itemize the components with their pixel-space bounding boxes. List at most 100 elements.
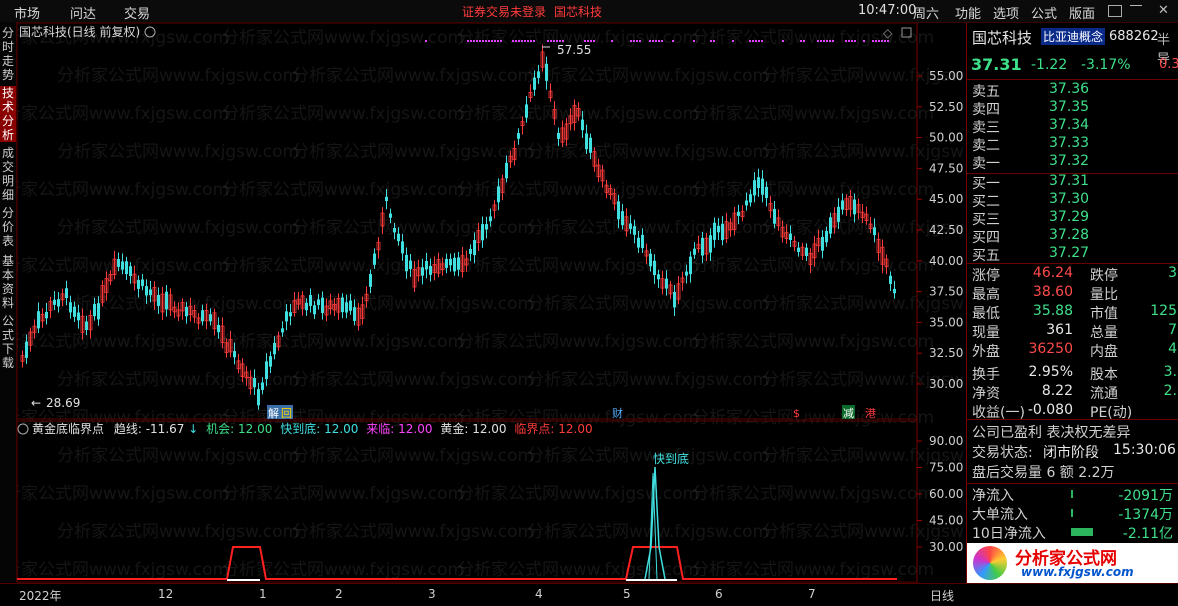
event-marker-text: 解 xyxy=(268,406,279,420)
bid-row[interactable]: 买二 37.30 xyxy=(967,191,1178,210)
signal-dot xyxy=(672,40,674,42)
menu-wenda[interactable]: 问达 xyxy=(70,3,96,22)
watermark-text: 分析家公式网www.fxjgsw.com xyxy=(292,370,534,390)
ask-price: 37.33 xyxy=(1049,135,1090,151)
indicator-annotation: 快到底 xyxy=(653,451,689,466)
signal-dot xyxy=(800,40,802,42)
bid-row[interactable]: 买五 37.27 xyxy=(967,245,1178,264)
close-icon[interactable]: ✕ xyxy=(1158,3,1169,18)
x-tick: 2 xyxy=(335,587,343,601)
tab-technical[interactable]: 技术分析 xyxy=(0,86,16,142)
candle-body xyxy=(745,200,748,206)
stat-label: 换手 xyxy=(972,367,1000,383)
minimize-icon[interactable] xyxy=(1130,5,1142,6)
candle-body xyxy=(217,324,220,333)
candle-body xyxy=(201,310,204,322)
gold-value: 12.00 xyxy=(472,422,506,436)
tab-ticks[interactable]: 成交明细 xyxy=(0,146,16,202)
candle-body xyxy=(685,271,688,276)
stat-value: 35.88 xyxy=(1032,303,1073,319)
candle-body xyxy=(717,225,720,233)
candle-body xyxy=(121,261,124,270)
candle-body xyxy=(533,77,536,90)
tab-fundamentals[interactable]: 基本资料 xyxy=(0,254,16,310)
price-tick-label: 45.00 xyxy=(929,192,963,206)
candle-body xyxy=(585,133,588,150)
candle-body xyxy=(45,311,48,319)
candle-body xyxy=(765,186,768,199)
stat-label: 涨停 xyxy=(972,268,1000,284)
stock-header: 国芯科技 比亚迪概念 688262 半导 xyxy=(967,27,1178,67)
ask-label: 卖三 xyxy=(972,120,1000,136)
chance-value: 12.00 xyxy=(238,422,272,436)
candle-body xyxy=(265,361,268,380)
signal-dot xyxy=(491,40,493,42)
ask-row[interactable]: 卖四 37.35 xyxy=(967,99,1178,118)
menu-market[interactable]: 市场 xyxy=(14,3,40,22)
window-icon[interactable] xyxy=(1108,5,1122,17)
menu-layout[interactable]: 版面 xyxy=(1069,3,1095,22)
signal-dot xyxy=(863,40,865,42)
info-profit: 公司已盈利 表决权无差异 xyxy=(967,422,1178,441)
ask-row[interactable]: 卖五 37.36 xyxy=(967,81,1178,100)
signal-dot xyxy=(732,40,734,42)
divider xyxy=(967,483,1178,484)
candle-body xyxy=(853,199,856,215)
signal-dot xyxy=(878,40,880,42)
event-marker-text: 港 xyxy=(865,407,876,420)
trend-label: 趋线: xyxy=(114,422,142,436)
candle-body xyxy=(673,291,676,308)
flow-value: -2.11亿 xyxy=(1122,526,1173,542)
stat-label-2: 内盘 xyxy=(1090,344,1118,360)
signal-dot xyxy=(826,40,828,42)
menu-function[interactable]: 功能 xyxy=(955,3,981,22)
bid-row[interactable]: 买三 37.29 xyxy=(967,209,1178,228)
ask-row[interactable]: 卖一 37.32 xyxy=(967,153,1178,172)
candle-body xyxy=(753,180,756,196)
candle-body xyxy=(889,275,892,284)
flow-label: 大单流入 xyxy=(972,507,1028,523)
event-marker-text: 财 xyxy=(612,406,623,420)
watermark-text: 分析家公式网www.fxjgsw.com xyxy=(692,104,934,124)
concept-tag[interactable]: 比亚迪概念 xyxy=(1041,28,1106,45)
signal-dot xyxy=(562,40,564,42)
price-tick-label: 55.00 xyxy=(929,69,963,83)
watermark-text: 分析家公式网www.fxjgsw.com xyxy=(17,180,229,200)
tab-formula-download[interactable]: 公式下载 xyxy=(0,314,16,370)
bid-row[interactable]: 买四 37.28 xyxy=(967,227,1178,246)
menu-trade[interactable]: 交易 xyxy=(124,3,150,22)
tab-price-table[interactable]: 分价表 xyxy=(0,206,16,250)
candle-body xyxy=(257,389,260,406)
signal-dot xyxy=(485,40,487,42)
diamond-icon[interactable]: ◇ xyxy=(883,26,893,40)
candle-body xyxy=(353,307,356,321)
menu-options[interactable]: 选项 xyxy=(993,3,1019,22)
stat-value: 361 xyxy=(1046,322,1073,338)
ask-price: 37.32 xyxy=(1049,153,1090,169)
signal-dot xyxy=(547,40,549,42)
low-label-arrow: ← xyxy=(31,396,41,410)
watermark-text: 分析家公式网www.fxjgsw.com xyxy=(222,560,464,580)
ask-row[interactable]: 卖三 37.34 xyxy=(967,117,1178,136)
tab-intraday[interactable]: 分时走势 xyxy=(0,26,16,82)
candle-body xyxy=(873,227,876,236)
bid-row[interactable]: 买一 37.31 xyxy=(967,173,1178,192)
indicator-name: 黄金底临界点 xyxy=(32,421,104,436)
flow-bar xyxy=(1071,528,1093,536)
period-label[interactable]: 日线 xyxy=(930,587,954,604)
ask-row[interactable]: 卖二 37.33 xyxy=(967,135,1178,154)
login-status[interactable]: 证券交易未登录 xyxy=(462,3,546,20)
candle-body xyxy=(129,266,132,276)
watermark-text: 分析家公式网www.fxjgsw.com xyxy=(692,560,934,580)
info-status: 交易状态: 闭市阶段 15:30:06 xyxy=(967,442,1178,461)
signal-dot xyxy=(533,40,535,42)
watermark-text: 分析家公式网www.fxjgsw.com xyxy=(292,142,534,162)
candle-body xyxy=(449,258,452,266)
stock-name: 国芯科技 xyxy=(972,29,1033,47)
stat-value-2: 7 xyxy=(1168,322,1177,338)
candle-body xyxy=(473,240,476,256)
signal-dot xyxy=(823,40,825,42)
kline-chart[interactable]: 分析家公式网www.fxjgsw.com 分析家公式网www.fxjgsw.com… xyxy=(17,23,964,583)
menu-formula[interactable]: 公式 xyxy=(1031,3,1057,22)
signal-dot xyxy=(851,40,853,42)
